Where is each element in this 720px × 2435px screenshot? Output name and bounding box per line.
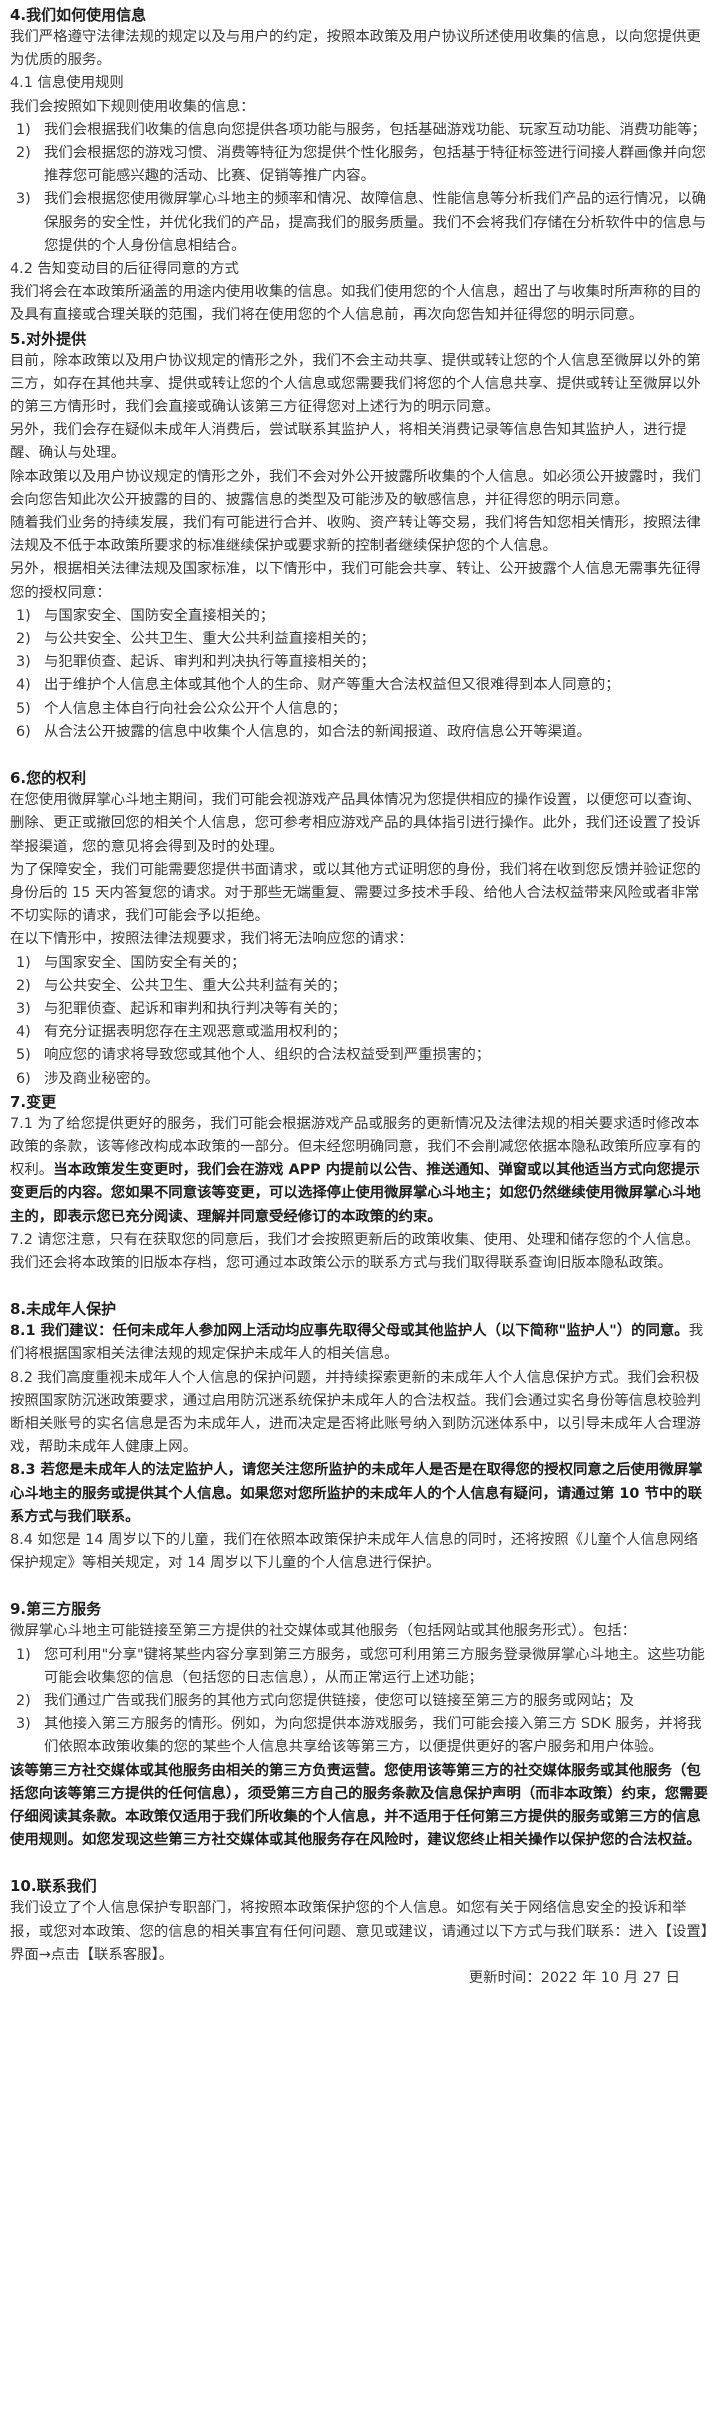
section-5-paragraph: 另外，我们会存在疑似未成年人消费后，尝试联系其监护人，将相关消费记录等信息告知其…: [10, 422, 687, 462]
list-item: 3) 其他接入第三方服务的情形。例如，为向您提供本游戏服务，我们可能会接入第三方…: [10, 1713, 710, 1759]
list-item-text: 其他接入第三方服务的情形。例如，为向您提供本游戏服务，我们可能会接入第三方 SD…: [44, 1716, 702, 1756]
list-item-number: 2): [16, 977, 31, 994]
list-item-number: 1): [16, 607, 31, 624]
list-item-text: 与公共安全、公共卫生、重大公共利益有关的；: [44, 977, 347, 994]
list-item: 5) 个人信息主体自行向社会公众公开个人信息的；: [10, 698, 710, 721]
section-5-paragraph: 另外，根据相关法律法规及国家标准，以下情形中，我们可能会共享、转让、公开披露个人…: [10, 561, 701, 601]
section-8-title: 8.未成年人保护: [10, 1300, 117, 1319]
list-item-number: 1): [16, 954, 31, 971]
list-item-number: 3): [16, 654, 31, 671]
list-item-text: 个人信息主体自行向社会公众公开个人信息的；: [44, 700, 347, 717]
section-8-1-bold-text: 8.1 我们建议：任何未成年人参加网上活动均应事先取得父母或其他监护人（以下简称…: [10, 1323, 689, 1340]
section-5-paragraph: 随着我们业务的持续发展，我们有可能进行合并、收购、资产转让等交易，我们将告知您相…: [10, 515, 701, 555]
list-item: 4) 有充分证据表明您存在主观恶意或滥用权利的；: [10, 1021, 710, 1044]
list-item-text: 您可利用"分享"键将某些内容分享到第三方服务，或您可利用第三方服务登录微屏掌心斗…: [44, 1646, 705, 1686]
list-item: 2) 与公共安全、公共卫生、重大公共利益有关的；: [10, 975, 710, 998]
list-item: 2) 我们通过广告或我们服务的其他方式向您提供链接，使您可以链接至第三方的服务或…: [10, 1690, 710, 1713]
list-item: 3) 我们会根据您使用微屏掌心斗地主的频率和情况、故障信息、性能信息等分析我们产…: [10, 188, 710, 258]
list-item: 1) 与国家安全、国防安全有关的；: [10, 952, 710, 975]
list-item: 6) 从合法公开披露的信息中收集个人信息的，如合法的新闻报道、政府信息公开等渠道…: [10, 721, 710, 744]
list-item-number: 1): [16, 1646, 31, 1663]
section-7-2-paragraph: 7.2 请您注意，只有在获取您的同意后，我们才会按照更新后的政策收集、使用、处理…: [10, 1231, 700, 1271]
list-item-text: 我们通过广告或我们服务的其他方式向您提供链接，使您可以链接至第三方的服务或网站；…: [44, 1693, 635, 1709]
list-item-text: 从合法公开披露的信息中收集个人信息的，如合法的新闻报道、政府信息公开等渠道。: [44, 723, 591, 740]
section-8-1-paragraph: 8.1 我们建议：任何未成年人参加网上活动均应事先取得父母或其他监护人（以下简称…: [10, 1320, 710, 1366]
list-item-number: 4): [16, 677, 31, 694]
section-7-title: 7.变更: [10, 1092, 57, 1111]
section-4-2-text: 我们将会在本政策所涵盖的用途内使用收集的信息。如我们使用您的个人信息，超出了与收…: [10, 284, 701, 324]
list-item: 6) 涉及商业秘密的。: [10, 1068, 710, 1091]
section-6-paragraph: 在您使用微屏掌心斗地主期间，我们可能会视游戏产品具体情况为您提供相应的操作设置，…: [10, 792, 701, 855]
list-item-number: 3): [16, 1000, 31, 1017]
list-item-text: 与犯罪侦查、起诉、审判和判决执行等直接相关的；: [44, 654, 375, 671]
list-item-number: 6): [16, 1070, 31, 1087]
list-item-text: 与国家安全、国防安全直接相关的；: [44, 607, 275, 624]
list-item-number: 3): [16, 191, 31, 208]
list-item: 2) 与公共安全、公共卫生、重大公共利益直接相关的；: [10, 628, 710, 651]
list-item-number: 6): [16, 723, 31, 740]
list-item-number: 5): [16, 700, 31, 717]
list-item: 1) 我们会根据我们收集的信息向您提供各项功能与服务，包括基础游戏功能、玩家互动…: [10, 119, 710, 142]
section-5-title: 5.对外提供: [10, 329, 87, 348]
list-item: 1) 您可利用"分享"键将某些内容分享到第三方服务，或您可利用第三方服务登录微屏…: [10, 1644, 710, 1690]
list-item: 2) 我们会根据您的游戏习惯、消费等特征为您提供个性化服务，包括基于特征标签进行…: [10, 142, 710, 188]
section-6-paragraph: 为了保障安全，我们可能需要您提供书面请求，或以其他方式证明您的身份，我们将在收到…: [10, 861, 701, 925]
section-8-3-paragraph: 8.3 若您是未成年人的法定监护人，请您关注您所监护的未成年人是否是在取得您的授…: [10, 1462, 703, 1525]
update-time: 更新时间：2022 年 10 月 27 日: [468, 1970, 680, 1987]
list-item-number: 3): [16, 1716, 31, 1733]
list-item-text: 响应您的请求将导致您或其他个人、组织的合法权益受到严重损害的；: [44, 1047, 491, 1064]
section-10-title: 10.联系我们: [10, 1877, 97, 1896]
list-item-text: 与公共安全、公共卫生、重大公共利益直接相关的；: [44, 631, 375, 648]
list-item: 4) 出于维护个人信息主体或其他个人的生命、财产等重大合法权益但又很难得到本人同…: [10, 674, 710, 697]
list-item-text: 出于维护个人信息主体或其他个人的生命、财产等重大合法权益但又很难得到本人同意的；: [44, 677, 620, 694]
section-4-1-title: 4.1 信息使用规则: [10, 75, 124, 92]
privacy-policy-document: 4.我们如何使用信息 我们严格遵守法律法规的规定以及与用户的约定，按照本政策及用…: [0, 0, 720, 1990]
list-item-text: 与犯罪侦查、起诉和审判和执行判决等有关的；: [44, 1000, 347, 1017]
list-item: 3) 与犯罪侦查、起诉、审判和判决执行等直接相关的；: [10, 651, 710, 674]
section-5-paragraph: 目前，除本政策以及用户协议规定的情形之外，我们不会主动共享、提供或转让您的个人信…: [10, 352, 701, 416]
list-item: 1) 与国家安全、国防安全直接相关的；: [10, 605, 710, 628]
section-9-notice: 该等第三方社交媒体或其他服务由相关的第三方负责运营。您使用该等第三方的社交媒体服…: [10, 1762, 708, 1849]
list-item-number: 2): [16, 631, 31, 648]
list-item: 3) 与犯罪侦查、起诉和审判和执行判决等有关的；: [10, 998, 710, 1021]
section-9-title: 9.第三方服务: [10, 1600, 102, 1619]
section-6-paragraph: 在以下情形中，按照法律法规要求，我们将无法响应您的请求：: [10, 931, 413, 948]
section-6-title: 6.您的权利: [10, 769, 87, 788]
list-item-text: 与国家安全、国防安全有关的；: [44, 954, 246, 971]
list-item-text: 我们会根据我们收集的信息向您提供各项功能与服务，包括基础游戏功能、玩家互动功能、…: [44, 121, 706, 138]
list-item-number: 2): [16, 1693, 31, 1709]
section-8-2-paragraph: 8.2 我们高度重视未成年人个人信息的保护问题，并持续探索更新的未成年人个人信息…: [10, 1369, 701, 1456]
list-item-number: 4): [16, 1024, 31, 1041]
section-4-intro: 我们严格遵守法律法规的规定以及与用户的约定，按照本政策及用户协议所述使用收集的信…: [10, 29, 701, 69]
section-4-2-title: 4.2 告知变动目的后征得同意的方式: [10, 261, 239, 278]
section-9-intro: 微屏掌心斗地主可能链接至第三方提供的社交媒体或其他服务（包括网站或其他服务形式）…: [10, 1623, 636, 1640]
list-item-text: 我们会根据您使用微屏掌心斗地主的频率和情况、故障信息、性能信息等分析我们产品的运…: [44, 191, 706, 254]
list-item-text: 有充分证据表明您存在主观恶意或滥用权利的；: [44, 1024, 347, 1041]
section-7-1-bold-text: 当本政策发生变更时，我们会在游戏 APP 内提前以公告、推送通知、弹窗或以其他适…: [10, 1162, 701, 1225]
section-10-text: 我们设立了个人信息保护专职部门，将按照本政策保护您的个人信息。如您有关于网络信息…: [10, 1900, 708, 1963]
list-item-text: 涉及商业秘密的。: [44, 1070, 160, 1087]
section-4-1-intro: 我们会按照如下规则使用收集的信息：: [10, 98, 255, 115]
list-item-number: 2): [16, 145, 31, 162]
list-item-text: 我们会根据您的游戏习惯、消费等特征为您提供个性化服务，包括基于特征标签进行间接人…: [44, 145, 706, 185]
section-8-4-paragraph: 8.4 如您是 14 周岁以下的儿童，我们在依照本政策保护未成年人信息的同时，还…: [10, 1531, 699, 1572]
section-5-paragraph: 除本政策以及用户协议规定的情形之外，我们不会对外公开披露所收集的个人信息。如必须…: [10, 468, 701, 508]
list-item: 5) 响应您的请求将导致您或其他个人、组织的合法权益受到严重损害的；: [10, 1044, 710, 1067]
section-7-1-paragraph: 7.1 为了给您提供更好的服务，我们可能会根据游戏产品或服务的更新情况及法律法规…: [10, 1113, 710, 1229]
list-item-number: 1): [16, 121, 31, 138]
list-item-number: 5): [16, 1047, 31, 1064]
section-4-title: 4.我们如何使用信息: [10, 6, 147, 24]
